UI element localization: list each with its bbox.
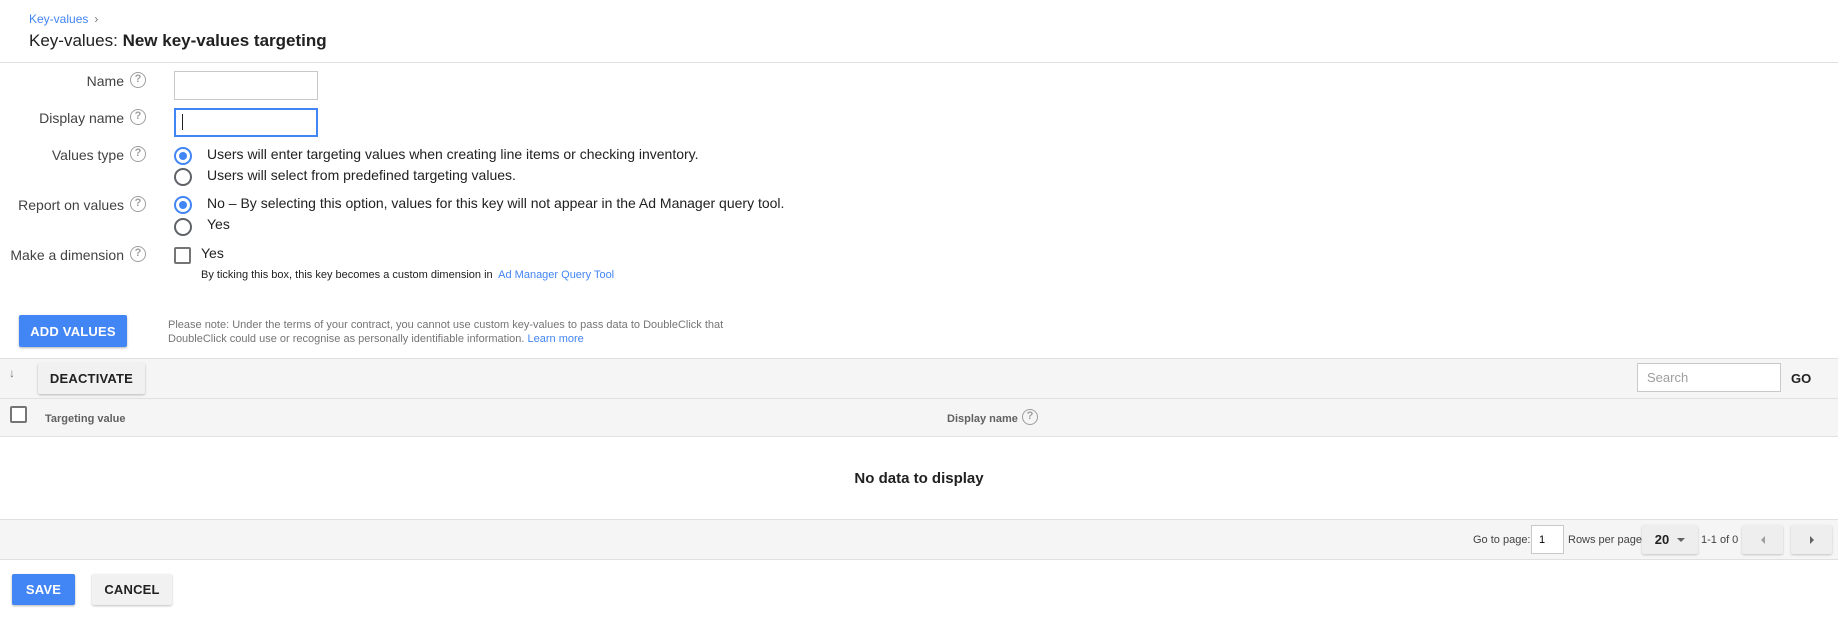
make-dimension-hint: By ticking this box, this key becomes a … — [201, 269, 614, 281]
save-button[interactable]: SAVE — [12, 574, 75, 605]
rows-per-page-value: 20 — [1654, 532, 1670, 547]
breadcrumb: Key-values › — [29, 12, 98, 26]
make-dimension-checkbox[interactable] — [174, 247, 191, 264]
breadcrumb-separator-icon: › — [94, 12, 99, 26]
question-circle-icon[interactable]: ? — [130, 109, 146, 125]
question-circle-icon[interactable]: ? — [1022, 409, 1038, 425]
page-number-input[interactable] — [1531, 525, 1564, 554]
rows-per-page-label: Rows per page — [1568, 534, 1642, 546]
question-circle-icon[interactable]: ? — [130, 72, 146, 88]
arrow-down-icon[interactable]: ↓ — [9, 366, 15, 380]
chevron-left-icon — [1760, 535, 1765, 544]
report-radio-yes[interactable] — [174, 218, 192, 236]
values-type-radio-enter[interactable] — [174, 147, 192, 165]
page-title: Key-values: New key-values targeting — [29, 31, 327, 51]
page-title-main: New key-values targeting — [122, 31, 327, 50]
text-caret — [182, 114, 183, 130]
chevron-right-icon — [1809, 535, 1814, 544]
empty-state-message: No data to display — [854, 469, 984, 487]
search-input[interactable] — [1637, 363, 1781, 392]
deactivate-button[interactable]: DEACTIVATE — [38, 363, 145, 394]
display-name-field[interactable] — [174, 108, 318, 137]
question-circle-icon[interactable]: ? — [130, 196, 146, 212]
make-dimension-checkbox-label: Yes — [201, 245, 224, 261]
go-button[interactable]: GO — [1791, 371, 1811, 386]
display-name-input[interactable] — [174, 108, 318, 137]
question-circle-icon[interactable]: ? — [130, 246, 146, 262]
report-radio-no[interactable] — [174, 196, 192, 214]
report-option-yes-label: Yes — [207, 216, 230, 232]
table-toolbar: ↓ DEACTIVATE GO — [0, 358, 1838, 399]
column-header-targeting-value[interactable]: Targeting value — [45, 413, 125, 425]
make-dimension-label: Make a dimension — [10, 247, 124, 263]
chevron-down-icon — [1677, 537, 1686, 542]
cancel-button[interactable]: CANCEL — [92, 574, 172, 605]
add-values-button[interactable]: ADD VALUES — [19, 315, 127, 347]
table-header: Targeting value Display name ? — [0, 399, 1838, 437]
ad-manager-query-tool-link[interactable]: Ad Manager Query Tool — [498, 269, 614, 281]
go-to-page-label: Go to page: — [1473, 534, 1531, 546]
values-type-option-enter-label: Users will enter targeting values when c… — [207, 146, 699, 162]
rows-per-page-select[interactable]: 20 — [1642, 525, 1698, 554]
table-pager: Go to page: Rows per page 20 1-1 of 0 — [0, 519, 1838, 560]
display-name-label: Display name — [39, 110, 124, 126]
header-divider — [0, 62, 1838, 63]
name-input[interactable] — [174, 71, 318, 100]
values-type-radio-predefined[interactable] — [174, 168, 192, 186]
page-range-text: 1-1 of 0 — [1701, 534, 1739, 546]
select-all-checkbox[interactable] — [10, 406, 27, 423]
values-type-label: Values type — [51, 147, 124, 163]
previous-page-button[interactable] — [1742, 525, 1783, 554]
pii-note-text: Please note: Under the terms of your con… — [168, 319, 724, 345]
column-header-display-name[interactable]: Display name — [947, 413, 1018, 425]
report-on-values-label: Report on values — [18, 197, 124, 213]
values-type-option-predefined-label: Users will select from predefined target… — [207, 167, 516, 183]
learn-more-link[interactable]: Learn more — [528, 333, 584, 345]
report-option-no-label: No – By selecting this option, values fo… — [207, 195, 785, 211]
next-page-button[interactable] — [1791, 525, 1832, 554]
breadcrumb-link-key-values[interactable]: Key-values — [29, 12, 88, 26]
question-circle-icon[interactable]: ? — [130, 146, 146, 162]
name-label: Name — [86, 73, 124, 89]
make-dimension-hint-text: By ticking this box, this key becomes a … — [201, 269, 493, 281]
page-title-prefix: Key-values: — [29, 31, 118, 50]
pii-note: Please note: Under the terms of your con… — [168, 318, 728, 346]
